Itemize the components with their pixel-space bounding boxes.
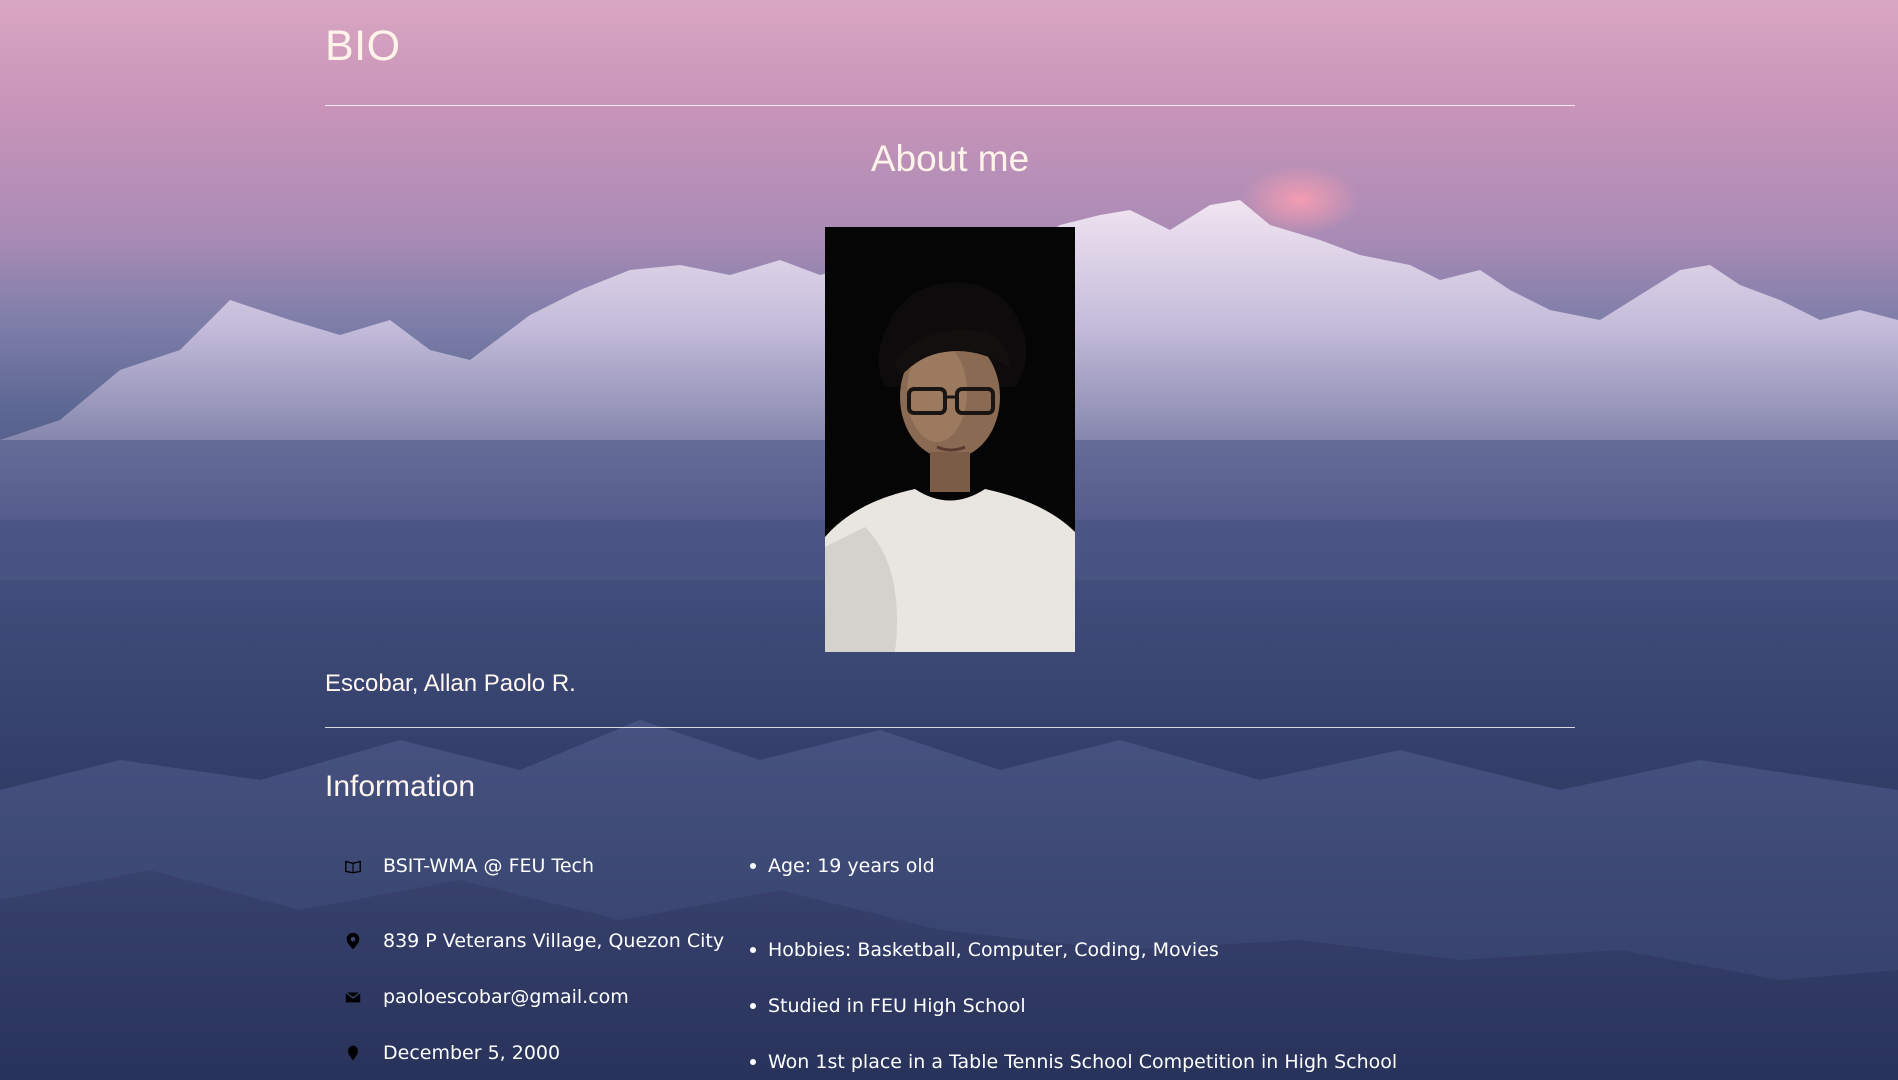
- contact-education: BSIT-WMA @ FEU Tech: [343, 855, 594, 877]
- name-divider: [325, 727, 1575, 728]
- list-item: Won 1st place in a Table Tennis School C…: [750, 1051, 1397, 1073]
- envelope-icon: [343, 987, 363, 1007]
- fact-text: Hobbies: Basketball, Computer, Coding, M…: [768, 939, 1219, 961]
- birthday-pin-icon: [343, 1043, 363, 1063]
- book-icon: [343, 856, 363, 876]
- contact-email: paoloescobar@gmail.com: [343, 986, 629, 1008]
- list-item: Age: 19 years old: [750, 855, 935, 877]
- information-heading: Information: [325, 770, 476, 803]
- header-divider: [325, 105, 1575, 106]
- contact-address: 839 P Veterans Village, Quezon City: [343, 930, 724, 952]
- page-title: BIO: [325, 22, 401, 70]
- about-heading: About me: [870, 138, 1030, 179]
- contact-birthday: December 5, 2000: [343, 1042, 560, 1064]
- bullet-icon: [750, 1059, 756, 1065]
- contact-text: December 5, 2000: [383, 1042, 561, 1064]
- contact-text: paoloescobar@gmail.com: [383, 986, 629, 1008]
- fact-text: Studied in FEU High School: [768, 995, 1026, 1017]
- bullet-icon: [750, 1003, 756, 1009]
- fact-text: Won 1st place in a Table Tennis School C…: [768, 1051, 1398, 1073]
- profile-photo: [825, 227, 1075, 652]
- bullet-icon: [750, 947, 756, 953]
- contact-text: BSIT-WMA @ FEU Tech: [383, 855, 595, 877]
- location-pin-icon: [343, 931, 363, 951]
- bullet-icon: [750, 863, 756, 869]
- list-item: Studied in FEU High School: [750, 995, 1026, 1017]
- fact-text: Age: 19 years old: [768, 855, 935, 877]
- contact-text: 839 P Veterans Village, Quezon City: [383, 930, 725, 952]
- list-item: Hobbies: Basketball, Computer, Coding, M…: [750, 939, 1219, 961]
- profile-name: Escobar, Allan Paolo R.: [325, 670, 576, 697]
